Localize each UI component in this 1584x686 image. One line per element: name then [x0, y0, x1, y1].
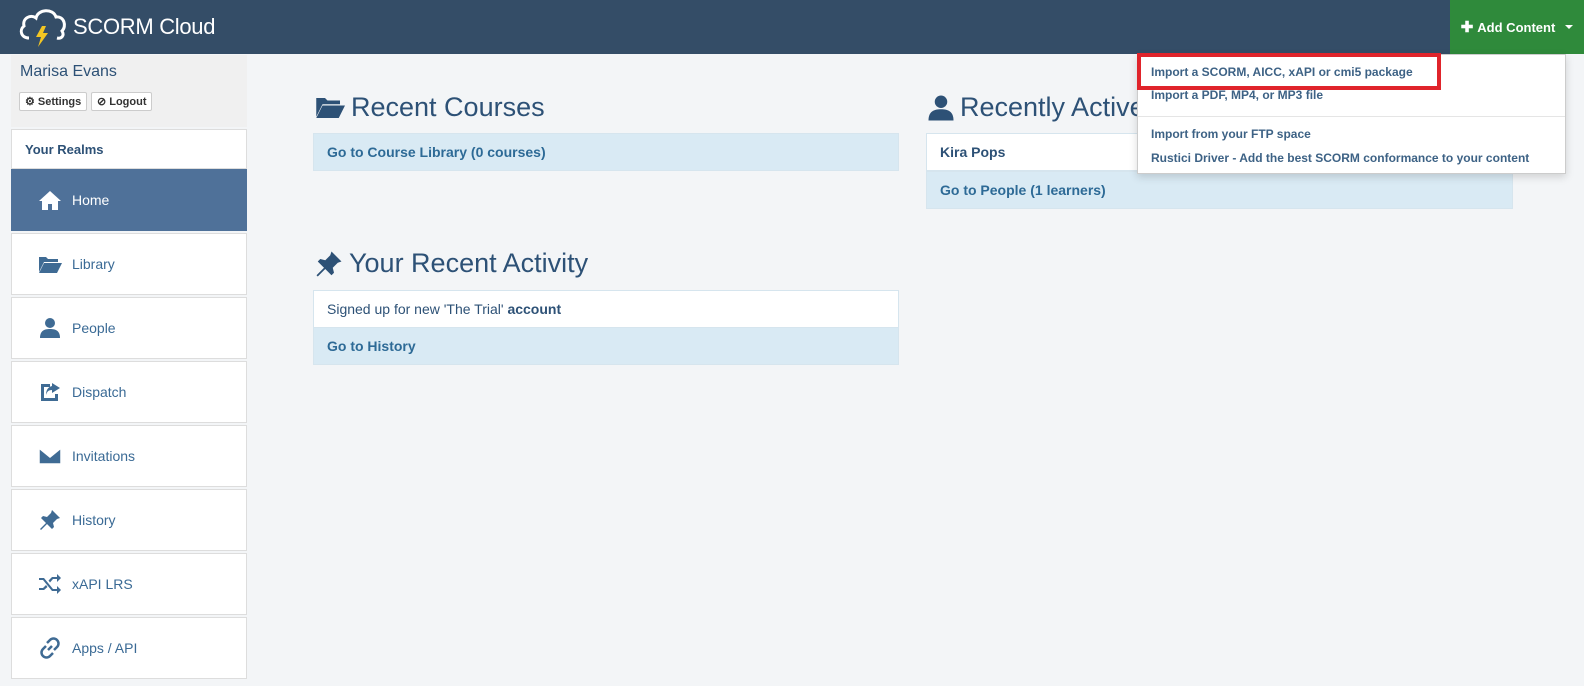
recently-active-title: Recently Active — [960, 92, 1145, 122]
people-link[interactable]: Go to People (1 learners) — [926, 171, 1513, 209]
ban-icon: ⊘ — [97, 96, 107, 108]
sidebar-item-invitations[interactable]: Invitations — [11, 425, 247, 487]
user-icon — [928, 95, 954, 120]
activity-text: Signed up for new 'The Trial' — [327, 301, 508, 317]
recent-activity-heading: Your Recent Activity — [313, 248, 588, 279]
activity-account-label: account — [507, 301, 562, 317]
import-media-item[interactable]: Import a PDF, MP4, or MP3 file — [1151, 88, 1323, 102]
top-navbar: SCORM Cloud ✚ Add Content — [0, 0, 1584, 54]
your-realms-link[interactable]: Your Realms — [11, 129, 247, 169]
cloud-lightning-icon — [19, 9, 66, 47]
sidebar-item-label: xAPI LRS — [72, 576, 133, 592]
sidebar-item-xapi-lrs[interactable]: xAPI LRS — [11, 553, 247, 615]
home-icon — [38, 188, 62, 212]
sidebar-item-history[interactable]: History — [11, 489, 247, 551]
sidebar-item-library[interactable]: Library — [11, 233, 247, 295]
user-panel: Marisa Evans ⚙ Settings ⊘ Logout — [11, 55, 247, 127]
sidebar-item-label: Invitations — [72, 448, 136, 464]
recently-active-heading: Recently Active — [926, 92, 1145, 123]
share-icon — [38, 380, 62, 404]
history-link[interactable]: Go to History — [313, 327, 899, 365]
sidebar-item-label: People — [72, 320, 116, 336]
logout-label: Logout — [109, 95, 147, 108]
folder-open-icon — [316, 97, 345, 118]
gear-icon: ⚙ — [25, 96, 35, 108]
sidebar-item-label: Apps / API — [72, 640, 138, 656]
user-name: Marisa Evans — [20, 63, 117, 80]
rustici-driver-item[interactable]: Rustici Driver - Add the best SCORM conf… — [1151, 151, 1529, 165]
recent-courses-heading: Recent Courses — [313, 92, 545, 123]
sidebar: Marisa Evans ⚙ Settings ⊘ Logout Your Re… — [11, 55, 247, 686]
activity-entry: Signed up for new 'The Trial' account — [313, 290, 899, 328]
sidebar-item-label: Library — [72, 256, 115, 272]
envelope-icon — [38, 444, 62, 468]
course-library-link[interactable]: Go to Course Library (0 courses) — [313, 133, 899, 171]
learner-name: Kira Pops — [940, 144, 1006, 160]
pushpin-icon — [316, 251, 342, 276]
highlight-box — [1137, 53, 1441, 90]
logout-button[interactable]: ⊘ Logout — [91, 92, 153, 111]
recent-courses-title: Recent Courses — [351, 92, 545, 122]
settings-button[interactable]: ⚙ Settings — [19, 92, 88, 111]
scorm-cloud-logo[interactable]: SCORM Cloud — [17, 4, 215, 50]
recent-activity-title: Your Recent Activity — [349, 248, 589, 278]
plus-icon: ✚ — [1460, 19, 1474, 36]
sidebar-item-label: Home — [72, 192, 110, 208]
sidebar-item-home[interactable]: Home — [11, 169, 247, 231]
app-name: SCORM Cloud — [73, 14, 216, 39]
user-icon — [38, 316, 62, 340]
sidebar-item-label: History — [72, 512, 116, 528]
sidebar-item-dispatch[interactable]: Dispatch — [11, 361, 247, 423]
sidebar-item-people[interactable]: People — [11, 297, 247, 359]
menu-divider — [1138, 116, 1565, 117]
shuffle-icon — [38, 572, 62, 596]
link-icon — [38, 636, 62, 660]
sidebar-item-apps-api[interactable]: Apps / API — [11, 617, 247, 679]
add-content-button[interactable]: ✚ Add Content — [1450, 0, 1584, 54]
add-content-label: Add Content — [1477, 19, 1556, 35]
folder-open-icon — [38, 252, 62, 276]
import-ftp-item[interactable]: Import from your FTP space — [1151, 127, 1311, 141]
sidebar-item-label: Dispatch — [72, 384, 127, 400]
settings-label: Settings — [37, 95, 82, 108]
caret-down-icon — [1565, 25, 1574, 29]
pushpin-icon — [38, 508, 62, 532]
